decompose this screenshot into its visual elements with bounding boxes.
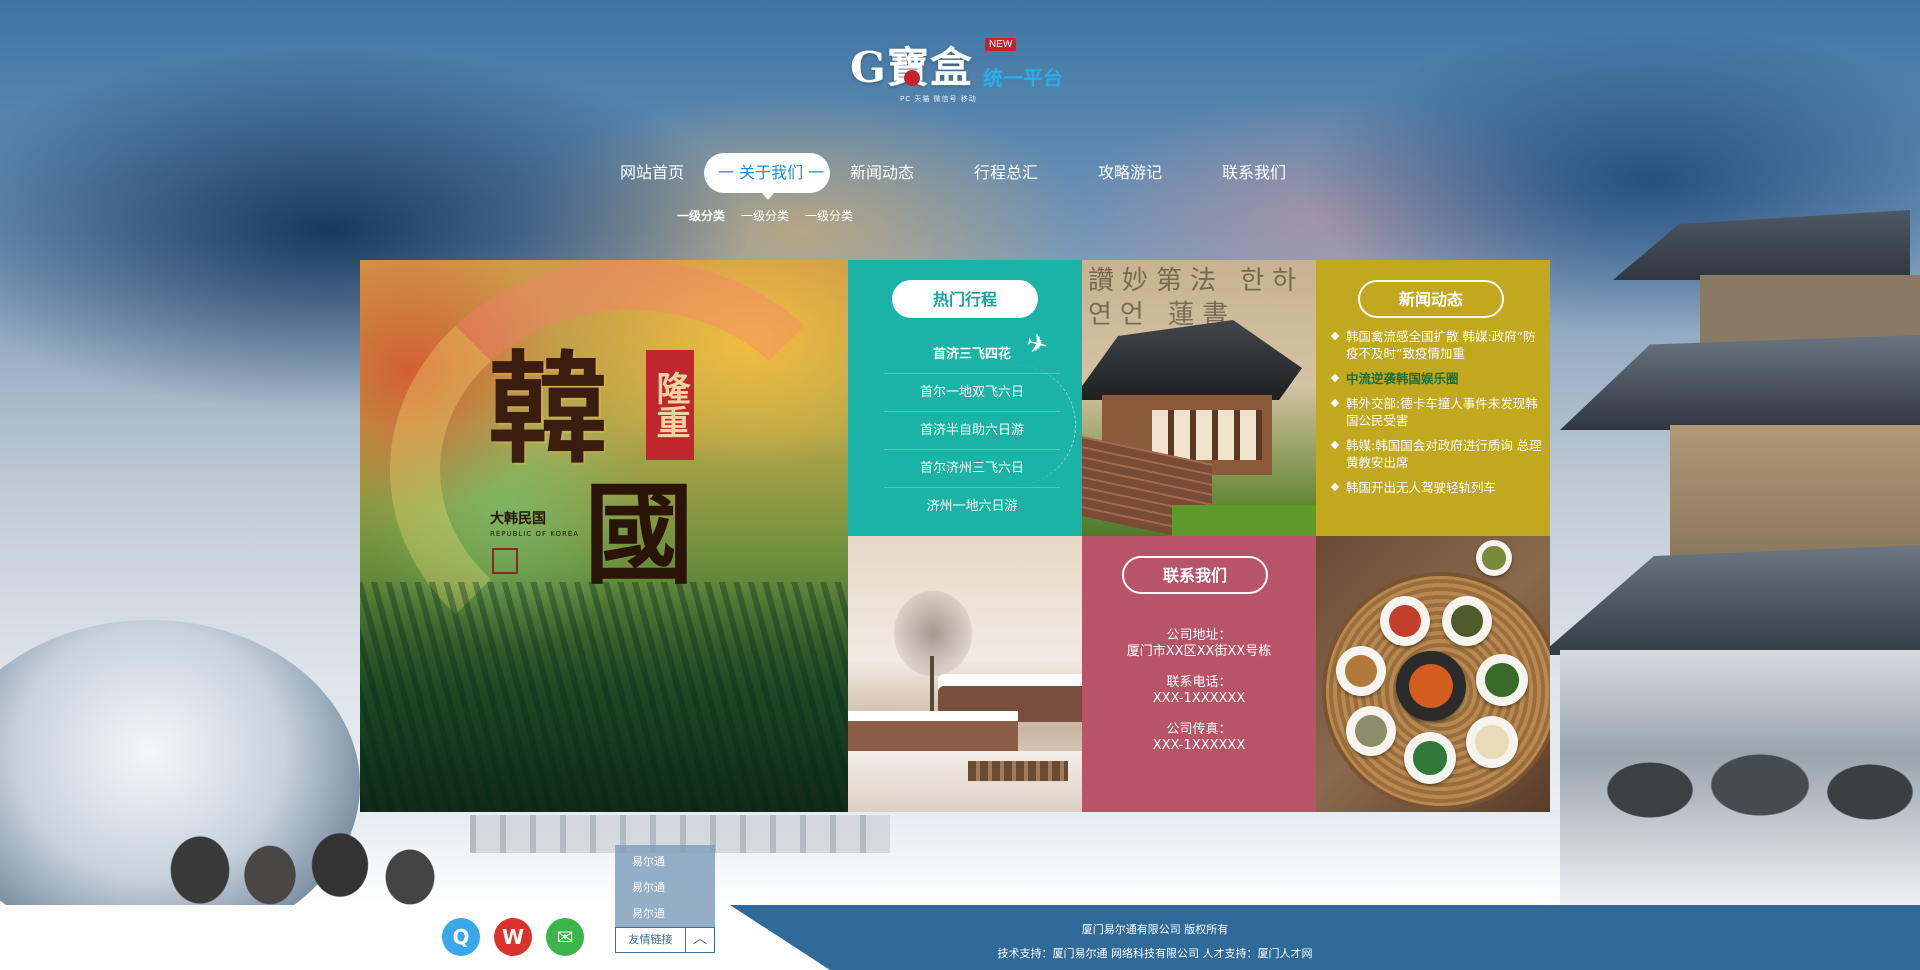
qq-icon[interactable]: Q xyxy=(442,918,480,956)
fax-value: XXX-1XXXXXX xyxy=(1152,738,1246,753)
contact-panel: 联系我们 公司地址： 厦门市XX区XX街XX号栋 联系电话： XXX-1XXXX… xyxy=(1082,536,1316,812)
news-heading[interactable]: 新闻动态 xyxy=(1358,280,1504,318)
news-panel: 新闻动态 韩国禽流感全国扩散 韩媒:政府“防疫不及时”致疫情加重 中流逆袭韩国娱… xyxy=(1316,260,1550,536)
hot-trips-heading[interactable]: 热门行程 xyxy=(892,280,1038,318)
hot-trip-item[interactable]: 首济三飞四花 xyxy=(884,336,1060,374)
nav-item-contact[interactable]: 联系我们 xyxy=(1202,153,1306,193)
temple-rocks xyxy=(1590,730,1920,840)
site-logo[interactable]: G寶盒 NEW 统一平台 PC 天猫 微信号 移动 xyxy=(850,30,1070,110)
address-label: 公司地址： xyxy=(1166,628,1232,643)
friend-link-item[interactable]: 易尔通 xyxy=(615,901,715,927)
banner-stamp-icon xyxy=(492,548,518,574)
food-dish xyxy=(1380,596,1430,646)
news-item[interactable]: 中流逆袭韩国娱乐圈 xyxy=(1330,370,1545,387)
nav-item-guides[interactable]: 攻略游记 xyxy=(1078,153,1182,193)
banner-badge: 隆重 xyxy=(646,350,694,460)
banner-ribbon: 大韩民国 xyxy=(490,511,546,527)
nav-item-trips[interactable]: 行程总汇 xyxy=(954,153,1058,193)
phone-value: XXX-1XXXXXX xyxy=(1152,691,1246,706)
fax-label: 公司传真： xyxy=(1166,722,1232,737)
food-dish xyxy=(1466,716,1518,768)
calligraphy-background: 讚妙第法 한하 연언 蓮書 xyxy=(1088,266,1305,330)
background-temple xyxy=(1540,190,1920,910)
contact-details: 公司地址： 厦门市XX区XX街XX号栋 联系电话： XXX-1XXXXXX 公司… xyxy=(1082,628,1316,769)
wechat-icon[interactable]: ✉ xyxy=(546,918,584,956)
food-dish xyxy=(1404,732,1456,784)
friend-links-button[interactable]: 友情链接 ︿ xyxy=(615,927,715,953)
hot-trip-item[interactable]: 济州一地六日游 xyxy=(884,488,1060,526)
friend-links-label: 友情链接 xyxy=(616,928,686,952)
friend-links-menu: 易尔通 易尔通 易尔通 xyxy=(615,845,715,931)
subnav-item[interactable]: 一级分类 xyxy=(741,207,789,224)
main-nav: 网站首页 一 关于我们 一 新闻动态 行程总汇 攻略游记 联系我们 xyxy=(600,153,1306,200)
korea-banner[interactable]: 韓 隆重 大韩民国 REPUBLIC OF KOREA 國 xyxy=(360,260,848,812)
nav-item-home[interactable]: 网站首页 xyxy=(600,153,704,193)
tree-trunk xyxy=(930,656,934,726)
food-dish xyxy=(1476,654,1528,706)
footer-copyright: 厦门易尔通有限公司 版权所有 xyxy=(1081,923,1229,936)
food-dish xyxy=(1336,646,1386,696)
news-item[interactable]: 韩媒:韩国国会对政府进行质询 总理黄教安出席 xyxy=(1330,437,1545,471)
friend-link-item[interactable]: 易尔通 xyxy=(615,849,715,875)
firewood xyxy=(968,761,1068,781)
hanok-roof xyxy=(1082,320,1302,400)
hot-trips-panel: 热门行程 ✈ 首济三飞四花 首尔一地双飞六日 首济半自助六日游 首尔济州三飞六日… xyxy=(848,260,1082,536)
hot-trip-item[interactable]: 首济半自助六日游 xyxy=(884,412,1060,450)
weibo-icon[interactable]: W xyxy=(494,918,532,956)
friend-link-item[interactable]: 易尔通 xyxy=(615,875,715,901)
hanok-photo[interactable]: 讚妙第法 한하 연언 蓮書 xyxy=(1082,260,1316,536)
contact-heading[interactable]: 联系我们 xyxy=(1122,556,1268,594)
food-dish xyxy=(1476,540,1512,576)
hot-trips-list: 首济三飞四花 首尔一地双飞六日 首济半自助六日游 首尔济州三飞六日 济州一地六日… xyxy=(884,336,1060,526)
content-grid: 韓 隆重 大韩民国 REPUBLIC OF KOREA 國 热门行程 ✈ 首济三… xyxy=(360,260,1550,812)
background-kimchi-jars xyxy=(160,815,450,910)
nav-item-about[interactable]: 一 关于我们 一 xyxy=(704,153,830,200)
logo-subtitle: 统一平台 xyxy=(983,66,1063,90)
food-dish xyxy=(1396,651,1466,721)
logo-seal-icon xyxy=(904,70,920,86)
snowy-roof xyxy=(848,721,1018,751)
banner-title-char: 國 xyxy=(584,470,694,599)
korean-food-photo[interactable] xyxy=(1316,536,1550,812)
phone-label: 联系电话： xyxy=(1166,675,1232,690)
news-item[interactable]: 韩外交部:德卡车撞人事件未发现韩国公民受害 xyxy=(1330,395,1545,429)
snowy-roof xyxy=(938,686,1082,722)
news-list: 韩国禽流感全国扩散 韩媒:政府“防疫不及时”致疫情加重 中流逆袭韩国娱乐圈 韩外… xyxy=(1330,328,1545,504)
grass xyxy=(1172,505,1316,536)
sub-nav: 一级分类 一级分类 一级分类 xyxy=(677,207,869,224)
news-item[interactable]: 韩国开出无人驾驶轻轨列车 xyxy=(1330,479,1545,496)
hot-trip-item[interactable]: 首尔济州三飞六日 xyxy=(884,450,1060,488)
temple-roof xyxy=(1540,545,1920,655)
food-dish xyxy=(1442,596,1492,646)
hanok-windows xyxy=(1152,410,1262,460)
footer-text: 厦门易尔通有限公司 版权所有 技术支持：厦门易尔通 网络科技有限公司 人才支持：… xyxy=(960,918,1350,966)
banner-republic-text: REPUBLIC OF KOREA xyxy=(490,530,580,538)
nav-item-news[interactable]: 新闻动态 xyxy=(830,153,934,193)
chevron-up-icon[interactable]: ︿ xyxy=(686,928,714,952)
subnav-item[interactable]: 一级分类 xyxy=(805,207,853,224)
temple-roof xyxy=(1560,335,1920,430)
banner-title-char: 韓 xyxy=(488,339,608,480)
news-item[interactable]: 韩国禽流感全国扩散 韩媒:政府“防疫不及时”致疫情加重 xyxy=(1330,328,1545,362)
temple-roof xyxy=(1613,210,1910,280)
hot-trip-item[interactable]: 首尔一地双飞六日 xyxy=(884,374,1060,412)
subnav-item[interactable]: 一级分类 xyxy=(677,207,725,224)
logo-new-badge: NEW xyxy=(985,38,1017,51)
footer-support: 技术支持：厦门易尔通 网络科技有限公司 人才支持：厦门人才网 xyxy=(997,947,1313,960)
snow-village-photo[interactable] xyxy=(848,536,1082,812)
banner-forest xyxy=(360,582,848,812)
food-dish xyxy=(1346,706,1396,756)
logo-tagline: PC 天猫 微信号 移动 xyxy=(900,95,977,103)
address-value: 厦门市XX区XX街XX号栋 xyxy=(1126,644,1272,659)
